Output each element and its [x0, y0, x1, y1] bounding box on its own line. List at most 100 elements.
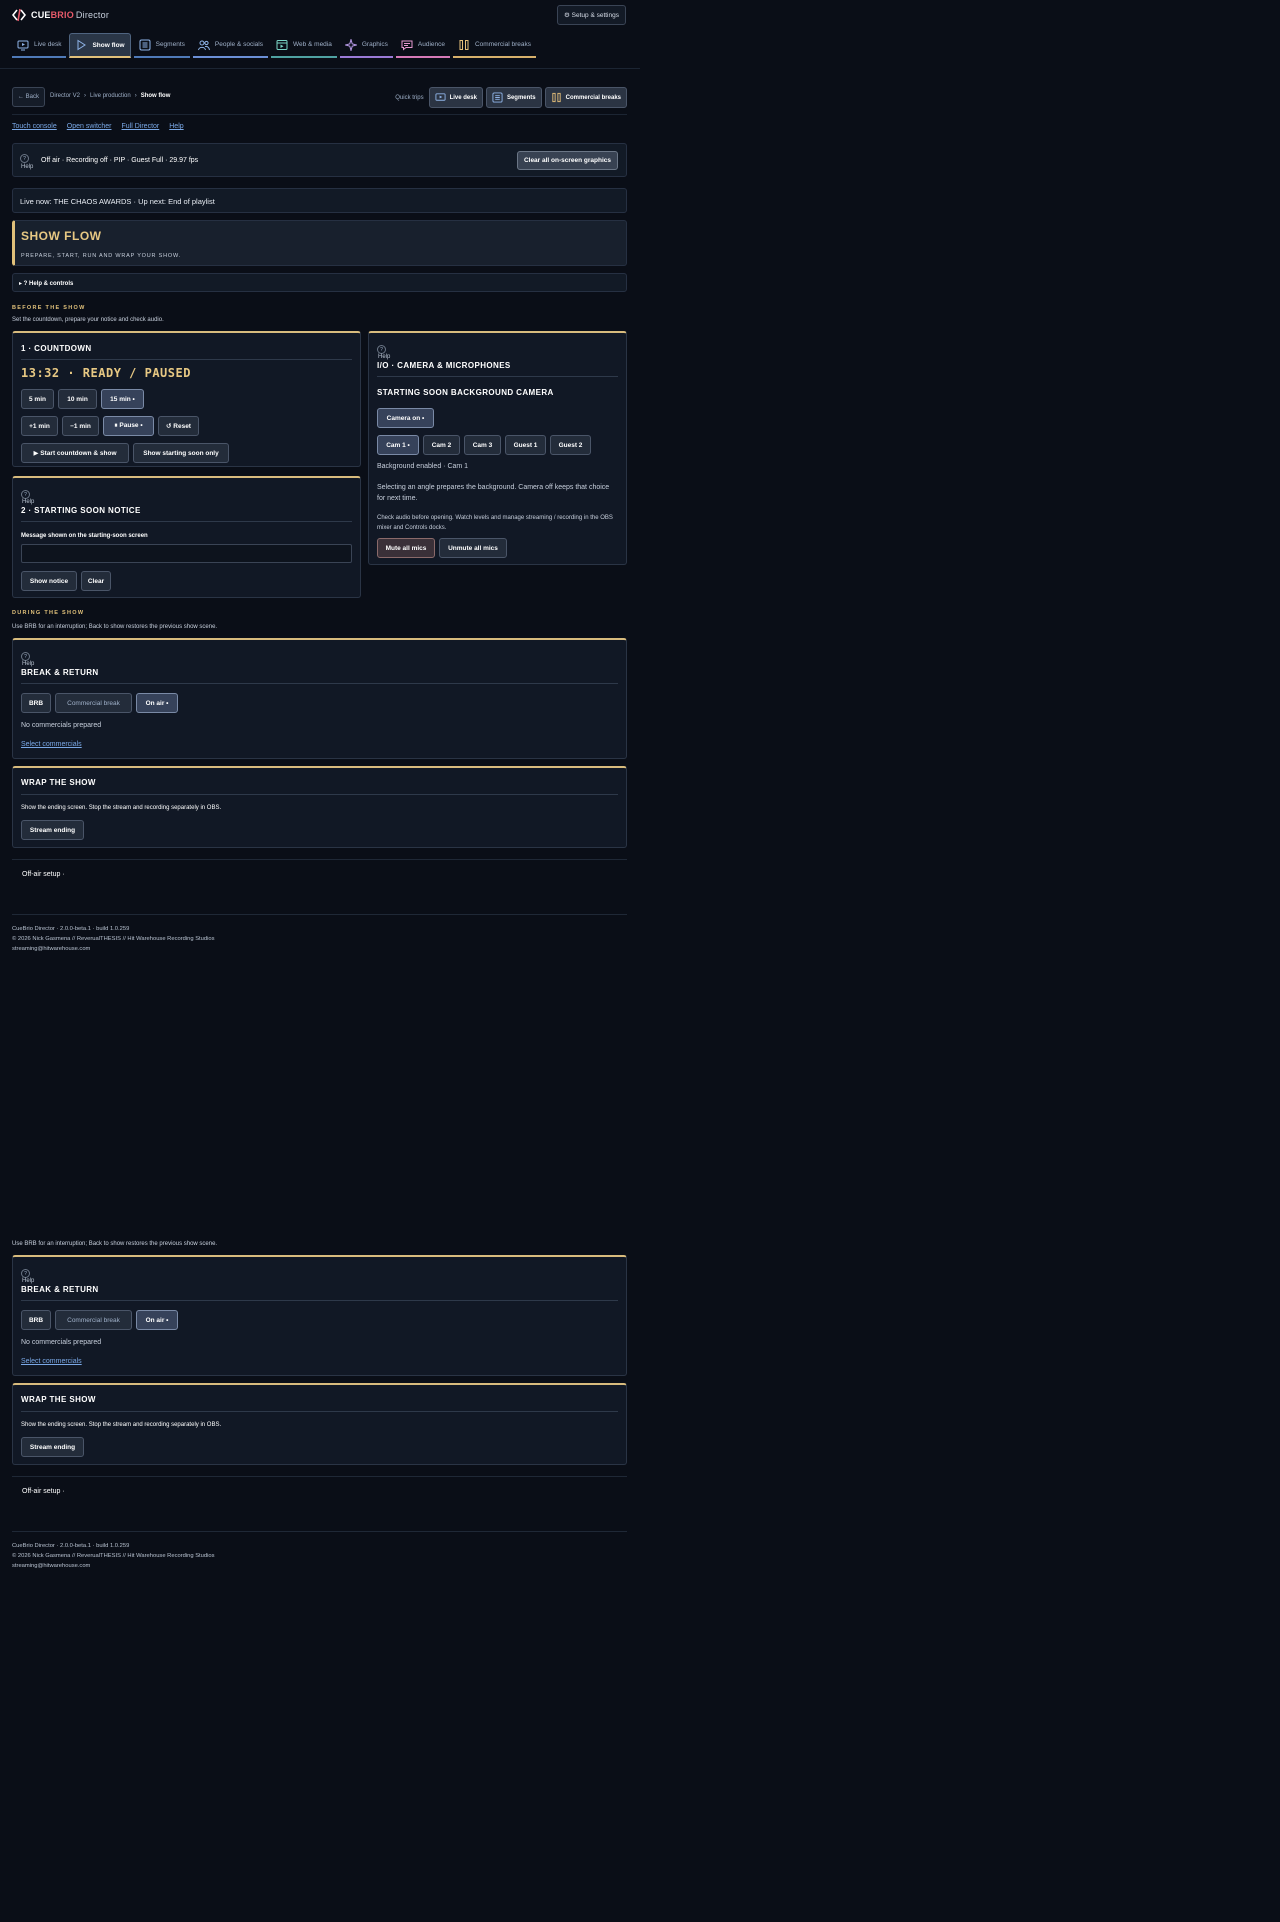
full-director-link[interactable]: Full Director: [122, 123, 160, 130]
breadcrumb-item[interactable]: Director V2: [50, 93, 80, 99]
pause-bars-icon: [552, 92, 561, 103]
during-show-desc: Use BRB for an interruption; Back to sho…: [12, 624, 218, 630]
breadcrumb-separator: ›: [134, 93, 137, 99]
wrap-show-title: WRAP THE SHOW: [21, 1395, 96, 1404]
footer-email[interactable]: streaming@hitwarehouse.com: [12, 944, 215, 954]
help-label[interactable]: Help: [22, 499, 34, 505]
quick-live-desk-button[interactable]: Live desk: [428, 87, 483, 108]
breadcrumb-row: ← Back Director V2 › Live production › S…: [12, 87, 627, 109]
tab-label: Show flow: [92, 41, 125, 49]
footer-email[interactable]: streaming@hitwarehouse.com: [12, 1561, 215, 1571]
utility-links: Touch console Open switcher Full Directo…: [12, 123, 184, 130]
tab-audience[interactable]: Audience: [395, 33, 450, 58]
quick-label: Segments: [506, 94, 536, 101]
play-icon: [77, 39, 87, 51]
preset-10-min-button[interactable]: 10 min: [58, 389, 97, 409]
tab-web-media[interactable]: Web & media: [270, 33, 337, 58]
back-button[interactable]: ← Back: [12, 87, 45, 107]
cam-1-button[interactable]: Cam 1 •: [377, 435, 419, 455]
notice-title: 2 · STARTING SOON NOTICE: [21, 506, 141, 515]
open-switcher-link[interactable]: Open switcher: [67, 123, 112, 130]
show-starting-soon-button[interactable]: Show starting soon only: [133, 443, 229, 463]
help-label[interactable]: Help: [22, 1278, 34, 1284]
help-label[interactable]: Help: [378, 354, 390, 360]
preset-5-min-button[interactable]: 5 min: [21, 389, 54, 409]
camera-on-button[interactable]: Camera on •: [377, 408, 434, 428]
quick-segments-button[interactable]: Segments: [485, 87, 542, 108]
quick-trips-label: Quick trips: [395, 94, 424, 101]
no-commercials-text: No commercials prepared: [21, 1339, 102, 1346]
help-link[interactable]: Help: [169, 123, 183, 130]
pause-button[interactable]: ⏸ Pause •: [103, 416, 154, 436]
wrap-show-card: WRAP THE SHOW Show the ending screen. St…: [12, 766, 627, 848]
wrap-show-card: WRAP THE SHOW Show the ending screen. St…: [12, 1383, 627, 1465]
divider: [21, 521, 352, 522]
commercial-break-button[interactable]: Commercial break: [55, 693, 132, 713]
on-air-button[interactable]: On air •: [136, 693, 178, 713]
stream-ending-button[interactable]: Stream ending: [21, 1437, 84, 1457]
clear-all-graphics-button[interactable]: Clear all on-screen graphics: [516, 151, 618, 170]
tab-label: Live desk: [34, 41, 62, 48]
subtract-1-min-button[interactable]: −1 min: [62, 416, 99, 436]
breadcrumb-divider: [12, 114, 627, 115]
background-camera-title: STARTING SOON BACKGROUND CAMERA: [377, 388, 554, 397]
web-media-icon: [276, 39, 288, 50]
monitor-play-icon: [435, 93, 446, 101]
guest-2-button[interactable]: Guest 2: [550, 435, 591, 455]
help-icon[interactable]: ?: [377, 345, 386, 354]
help-icon[interactable]: ?: [21, 652, 30, 661]
divider: [21, 1300, 618, 1301]
page-root: CUEBRIO Director ⚙ Setup & settings Live …: [0, 0, 640, 1569]
cam-3-button[interactable]: Cam 3: [464, 435, 501, 455]
breadcrumb-separator: ›: [84, 93, 87, 99]
commercial-break-button[interactable]: Commercial break: [55, 1310, 132, 1330]
touch-console-link[interactable]: Touch console: [12, 123, 57, 130]
add-1-min-button[interactable]: +1 min: [21, 416, 58, 436]
tab-label: Segments: [155, 41, 185, 48]
help-icon[interactable]: ?: [21, 1269, 30, 1278]
wrap-show-desc: Show the ending screen. Stop the stream …: [21, 805, 222, 811]
mute-all-mics-button[interactable]: Mute all mics: [377, 538, 435, 558]
help-icon[interactable]: ?: [21, 490, 30, 499]
tab-people-socials[interactable]: People & socials: [192, 33, 268, 58]
app-logo[interactable]: CUEBRIO Director: [12, 8, 109, 22]
list-icon: [139, 39, 151, 50]
tab-segments[interactable]: Segments: [133, 33, 190, 58]
show-notice-button[interactable]: Show notice: [21, 571, 77, 591]
preset-15-min-button[interactable]: 15 min •: [101, 389, 144, 409]
on-air-button[interactable]: On air •: [136, 1310, 178, 1330]
help-icon[interactable]: ?: [20, 154, 29, 163]
start-countdown-button[interactable]: ▶ Start countdown & show: [21, 443, 129, 463]
notice-message-input[interactable]: [21, 544, 352, 563]
breadcrumb-item[interactable]: Live production: [90, 93, 131, 99]
stream-ending-button[interactable]: Stream ending: [21, 820, 84, 840]
tab-graphics[interactable]: Graphics: [339, 33, 393, 58]
help-controls-toggle[interactable]: ▸ ? Help & controls: [12, 273, 627, 292]
guest-1-button[interactable]: Guest 1: [505, 435, 546, 455]
help-label[interactable]: Help: [22, 661, 34, 667]
list-icon: [492, 92, 503, 103]
off-air-setup-toggle[interactable]: Off-air setup ·: [22, 1488, 65, 1495]
select-commercials-link[interactable]: Select commercials: [21, 1358, 82, 1365]
help-label[interactable]: Help: [21, 164, 33, 170]
clear-notice-button[interactable]: Clear: [81, 571, 111, 591]
reset-button[interactable]: ↺ Reset: [158, 416, 199, 436]
setup-settings-button[interactable]: ⚙ Setup & settings: [557, 5, 626, 25]
quick-commercial-breaks-button[interactable]: Commercial breaks: [544, 87, 627, 108]
select-commercials-link[interactable]: Select commercials: [21, 741, 82, 748]
brb-button[interactable]: BRB: [21, 1310, 51, 1330]
tab-commercial-breaks[interactable]: Commercial breaks: [452, 33, 536, 58]
unmute-all-mics-button[interactable]: Unmute all mics: [439, 538, 507, 558]
tab-show-flow[interactable]: Show flow: [69, 33, 131, 58]
io-title: I/O · CAMERA & MICROPHONES: [377, 361, 511, 370]
notice-message-label: Message shown on the starting-soon scree…: [21, 533, 148, 539]
footer-copyright: © 2026 Nick Gasmena // ReverualTHESIS //…: [12, 1553, 215, 1559]
tab-live-desk[interactable]: Live desk: [12, 33, 67, 58]
during-show-desc: Use BRB for an interruption; Back to sho…: [12, 1241, 218, 1247]
brb-button[interactable]: BRB: [21, 693, 51, 713]
cam-2-button[interactable]: Cam 2: [423, 435, 460, 455]
header-divider: [0, 68, 640, 69]
off-air-setup-toggle[interactable]: Off-air setup ·: [22, 871, 65, 878]
footer-divider: [12, 1531, 627, 1532]
countdown-display: 13:32 · READY / PAUSED: [21, 366, 191, 380]
